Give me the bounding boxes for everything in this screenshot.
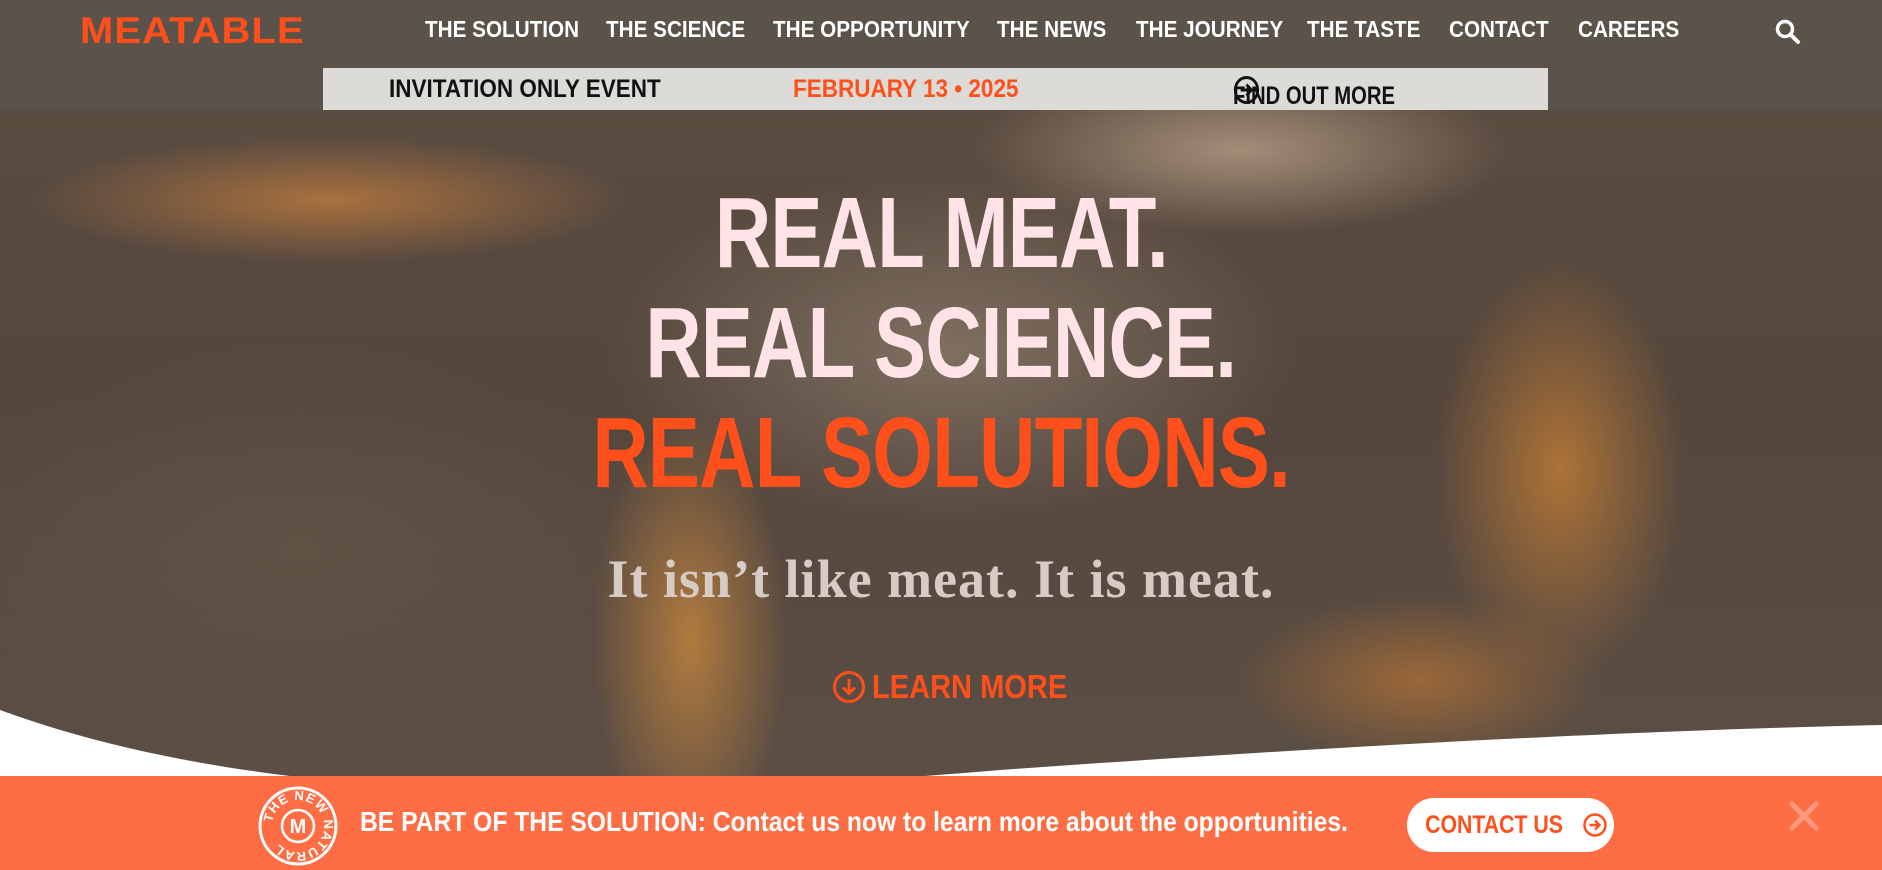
contact-us-button[interactable]: CONTACT US — [1407, 798, 1614, 852]
nav-item-the-journey[interactable]: THE JOURNEY — [1136, 16, 1283, 43]
arrow-down-circle-icon — [833, 671, 865, 703]
nav-item-the-science[interactable]: THE SCIENCE — [606, 16, 745, 43]
nav-item-the-solution[interactable]: THE SOLUTION — [425, 16, 579, 43]
hero-headline-line-1: REAL MEAT. — [714, 177, 1168, 289]
learn-more-label: LEARN MORE — [872, 668, 1068, 705]
contact-us-label: CONTACT US — [1425, 810, 1564, 839]
nav-item-contact[interactable]: CONTACT — [1449, 16, 1549, 43]
hero-tagline: It isn’t like meat. It is meat. — [607, 549, 1275, 609]
event-date: FEBRUARY 13 • 2025 — [793, 75, 1019, 103]
nav-item-the-opportunity[interactable]: THE OPPORTUNITY — [773, 16, 970, 43]
site-logo[interactable]: MEATABLE — [80, 10, 305, 52]
nav-item-the-news[interactable]: THE NEWS — [997, 16, 1106, 43]
svg-text:M: M — [290, 816, 307, 838]
event-title: INVITATION ONLY EVENT — [389, 75, 661, 103]
the-new-natural-badge: THE NEW NATURAL M — [258, 786, 338, 866]
cta-message: BE PART OF THE SOLUTION: Contact us now … — [360, 806, 1348, 837]
nav-item-careers[interactable]: CAREERS — [1578, 16, 1679, 43]
find-out-more-label: FIND OUT MORE — [1233, 82, 1395, 110]
search-icon[interactable] — [1774, 18, 1802, 46]
event-banner: INVITATION ONLY EVENT FEBRUARY 13 • 2025… — [323, 68, 1548, 110]
hero-headline-line-3: REAL SOLUTIONS. — [592, 397, 1290, 509]
hero-headline-line-2: REAL SCIENCE. — [645, 287, 1238, 399]
cta-bar: THE NEW NATURAL M BE PART OF THE SOLUTIO… — [0, 776, 1882, 870]
nav-item-the-taste[interactable]: THE TASTE — [1307, 16, 1420, 43]
close-icon[interactable] — [1786, 798, 1822, 834]
find-out-more-link[interactable]: FIND OUT MORE — [1233, 75, 1395, 110]
learn-more-link[interactable]: LEARN MORE — [832, 668, 1094, 706]
arrow-right-circle-icon — [1582, 813, 1607, 837]
hero-bottom-wave — [0, 710, 1882, 780]
